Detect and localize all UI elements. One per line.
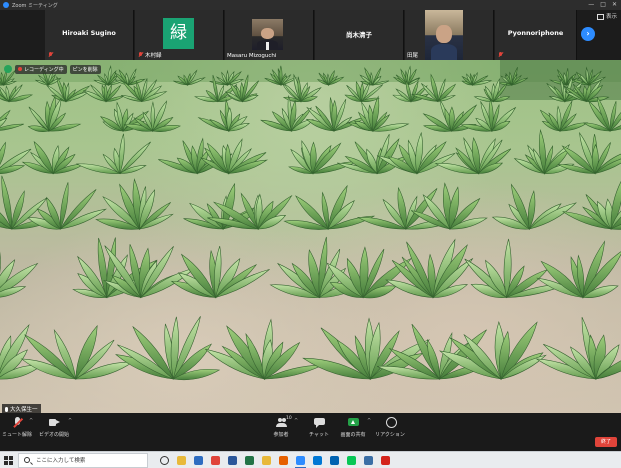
taskbar-app-icon[interactable] — [279, 455, 288, 465]
taskbar-app-icon[interactable] — [347, 455, 356, 465]
minimize-button[interactable]: — — [588, 0, 594, 10]
share-screen-icon — [347, 417, 359, 428]
participant-tag: 田尾 — [407, 53, 419, 59]
taskbar-app-icon[interactable] — [262, 455, 271, 465]
participant-tile[interactable]: Masaru Mizoguchi — [225, 10, 314, 60]
remove-pin-button[interactable]: ピンを削除 — [69, 64, 101, 74]
windows-start-icon[interactable] — [4, 455, 13, 465]
reactions-button[interactable]: リアクション — [375, 417, 405, 438]
window-title: Zoom ミーティング — [12, 2, 58, 9]
participant-name: Hiroaki Sugino — [62, 29, 116, 37]
meeting-toolbar: ミュート解除 ^ ビデオの開始 ^ 参加者 10 ^ チャット 画面の共有 ^ … — [0, 413, 621, 451]
taskbar-apps — [160, 455, 390, 468]
mic-icon — [5, 406, 8, 412]
maximize-button[interactable]: □ — [600, 0, 606, 10]
chevron-up-icon[interactable]: ^ — [29, 418, 33, 424]
taskbar-app-icon[interactable] — [295, 455, 306, 468]
muted-mic-icon — [48, 52, 53, 58]
participant-tile[interactable]: Pyonnoriphone — [495, 10, 577, 60]
plant-leaf — [528, 202, 577, 230]
participant-tile[interactable]: Hiroaki Sugino — [45, 10, 134, 60]
chevron-up-icon[interactable]: ^ — [294, 418, 298, 424]
taskbar-app-icon[interactable] — [245, 455, 254, 465]
recording-indicator: レコーディング中 ピンを削除 — [4, 64, 101, 74]
chat-icon — [313, 417, 325, 428]
participant-tile[interactable]: 尚木清子 — [315, 10, 404, 60]
start-video-button[interactable]: ビデオの開始 — [38, 417, 70, 438]
participant-tile[interactable]: 田尾 — [405, 10, 494, 60]
zoom-logo-icon — [3, 2, 9, 8]
taskbar-app-icon[interactable] — [381, 455, 390, 465]
taskbar-app-icon[interactable] — [330, 455, 339, 465]
participant-tile[interactable]: 緑 木村緑 — [135, 10, 224, 60]
camera-off-icon — [48, 417, 60, 428]
muted-mic-icon — [138, 52, 143, 58]
participant-tag: 木村緑 — [145, 53, 162, 59]
participant-strip: Hiroaki Sugino 緑 木村緑 Masaru Mizoguchi 尚木… — [0, 10, 621, 60]
plant-leaf — [0, 123, 24, 131]
recording-badge[interactable]: レコーディング中 — [15, 64, 67, 74]
view-display-button[interactable]: 表示 — [597, 12, 617, 20]
taskbar-app-icon[interactable] — [177, 455, 186, 465]
unmute-button[interactable]: ミュート解除 — [2, 417, 32, 438]
taskbar-app-icon[interactable] — [364, 455, 373, 465]
chat-button[interactable]: チャット — [306, 417, 332, 438]
end-meeting-button[interactable]: 終了 — [595, 437, 617, 447]
participant-video — [425, 10, 463, 60]
task-view-icon[interactable] — [160, 455, 169, 465]
windows-taskbar: ここに入力して検索 — [0, 451, 621, 468]
participant-tag: Masaru Mizoguchi — [227, 53, 277, 59]
chevron-up-icon[interactable]: ^ — [367, 418, 371, 424]
security-shield-icon — [4, 65, 12, 73]
search-icon — [24, 457, 30, 463]
mic-off-icon — [12, 417, 23, 428]
participant-name: Pyonnoriphone — [507, 29, 564, 37]
taskbar-app-icon[interactable] — [313, 455, 322, 465]
next-page-button[interactable]: › — [581, 27, 595, 41]
smiley-icon — [385, 417, 397, 428]
record-dot-icon — [18, 67, 22, 71]
taskbar-app-icon[interactable] — [194, 455, 203, 465]
share-screen-button[interactable]: 画面の共有 — [338, 417, 368, 438]
participant-video — [252, 19, 283, 50]
avatar: 緑 — [163, 18, 194, 49]
participants-icon — [275, 417, 287, 428]
plant-leaf — [118, 133, 125, 174]
chevron-up-icon[interactable]: ^ — [68, 418, 72, 424]
taskbar-search-input[interactable]: ここに入力して検索 — [18, 452, 148, 468]
title-bar: Zoom ミーティング — □ ✕ — [0, 0, 621, 10]
taskbar-app-icon[interactable] — [228, 455, 237, 465]
taskbar-app-icon[interactable] — [211, 455, 220, 465]
main-video-feed — [0, 60, 621, 413]
window-controls: — □ ✕ — [588, 0, 617, 10]
participants-count: 10 — [286, 416, 292, 421]
close-button[interactable]: ✕ — [612, 0, 617, 10]
plant-field-image — [0, 60, 621, 381]
muted-mic-icon — [498, 52, 503, 58]
participant-name: 尚木清子 — [346, 31, 372, 39]
